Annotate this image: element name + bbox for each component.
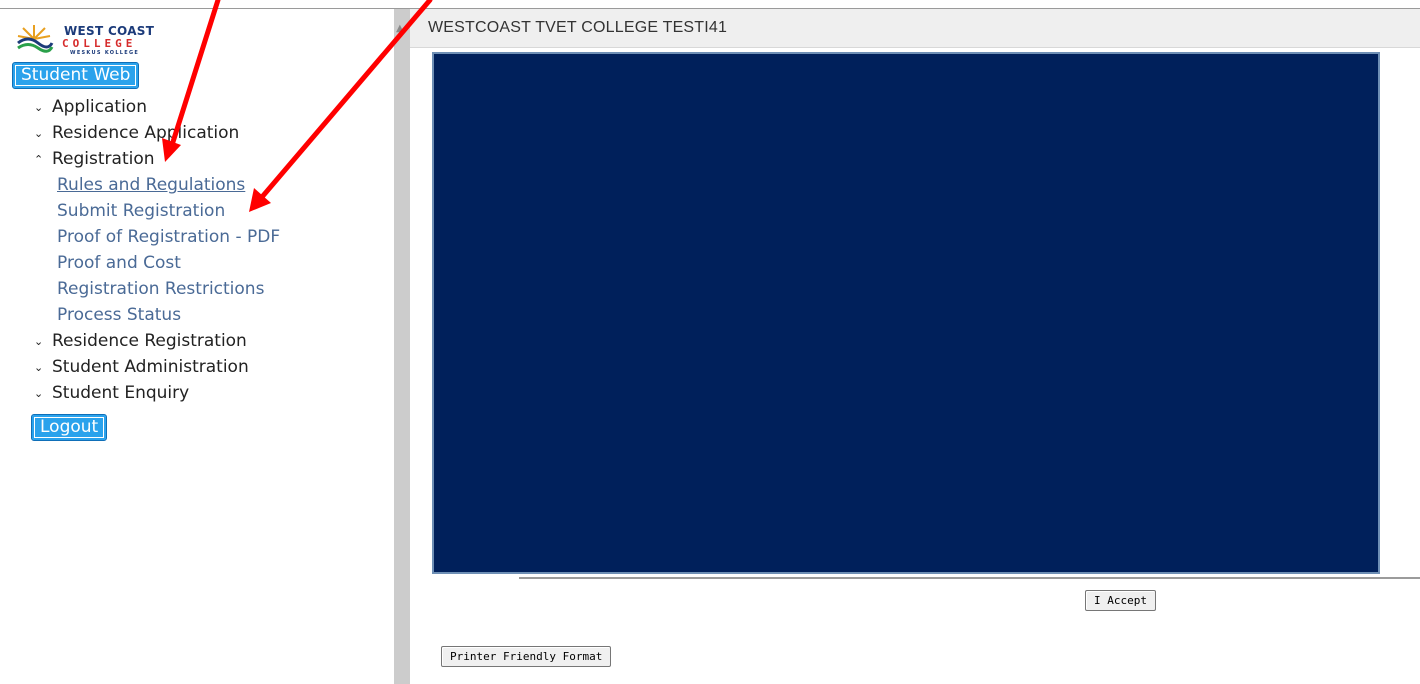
submenu-link-registration-restrictions[interactable]: Registration Restrictions bbox=[34, 276, 280, 302]
logout-button[interactable]: Logout bbox=[31, 414, 108, 441]
sidebar-item-label: Residence Registration bbox=[52, 331, 247, 351]
page-title: WESTCOAST TVET COLLEGE TESTI41 bbox=[428, 19, 728, 36]
sidebar-item-registration[interactable]: ⌃ Registration bbox=[34, 146, 280, 172]
logo-text-line3: WESKUS KOLLEGE bbox=[70, 50, 140, 56]
submenu-link-process-status[interactable]: Process Status bbox=[34, 302, 280, 328]
sidebar-item-label: Application bbox=[52, 97, 147, 117]
college-logo: WEST COAST COLLEGE WESKUS KOLLEGE bbox=[12, 21, 172, 57]
submenu-link-proof-of-registration-pdf[interactable]: Proof of Registration - PDF bbox=[34, 224, 280, 250]
sidebar-item-residence-application[interactable]: ⌄ Residence Application bbox=[34, 120, 280, 146]
sidebar-item-label: Residence Application bbox=[52, 123, 240, 143]
chevron-down-icon: ⌄ bbox=[34, 127, 44, 140]
logo-text-line2: COLLEGE bbox=[62, 37, 137, 50]
sidebar-item-student-enquiry[interactable]: ⌄ Student Enquiry bbox=[34, 380, 280, 406]
rules-content-frame bbox=[432, 52, 1380, 574]
sidebar-item-student-administration[interactable]: ⌄ Student Administration bbox=[34, 354, 280, 380]
sidebar-item-application[interactable]: ⌄ Application bbox=[34, 94, 280, 120]
submenu-link-rules-and-regulations[interactable]: Rules and Regulations bbox=[34, 172, 280, 198]
page-header: WESTCOAST TVET COLLEGE TESTI41 bbox=[410, 9, 1420, 48]
sidebar-item-label: Registration bbox=[52, 149, 155, 169]
chevron-up-icon: ⌃ bbox=[34, 153, 44, 166]
sidebar-item-label: Student Administration bbox=[52, 357, 249, 377]
chevron-down-icon: ⌄ bbox=[34, 101, 44, 114]
sidebar-menu: ⌄ Application ⌄ Residence Application ⌃ Regis… bbox=[34, 94, 280, 406]
divider bbox=[519, 577, 1420, 579]
submenu-link-proof-and-cost[interactable]: Proof and Cost bbox=[34, 250, 280, 276]
student-web-button[interactable]: Student Web bbox=[12, 62, 140, 89]
sidebar: WEST COAST COLLEGE WESKUS KOLLEGE Studen… bbox=[0, 9, 394, 684]
scroll-up-arrow-icon[interactable]: ▲ bbox=[396, 23, 404, 34]
logo-text-line1: WEST COAST bbox=[64, 24, 155, 38]
chevron-down-icon: ⌄ bbox=[34, 361, 44, 374]
sidebar-item-residence-registration[interactable]: ⌄ Residence Registration bbox=[34, 328, 280, 354]
sidebar-item-label: Student Enquiry bbox=[52, 383, 190, 403]
chevron-down-icon: ⌄ bbox=[34, 335, 44, 348]
chevron-down-icon: ⌄ bbox=[34, 387, 44, 400]
top-border bbox=[0, 0, 1420, 9]
submenu-link-submit-registration[interactable]: Submit Registration bbox=[34, 198, 280, 224]
sidebar-scrollbar[interactable]: ▲ bbox=[394, 9, 410, 684]
college-logo-icon bbox=[17, 25, 54, 53]
printer-friendly-button[interactable]: Printer Friendly Format bbox=[441, 646, 612, 667]
accept-button[interactable]: I Accept bbox=[1085, 590, 1156, 611]
